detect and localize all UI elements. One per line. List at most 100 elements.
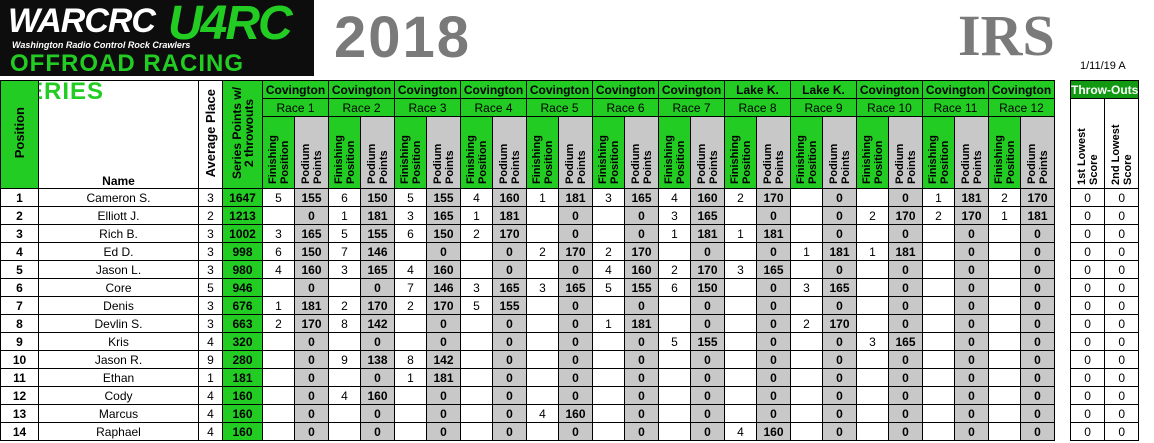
banner: WARCRC U4RC Washington Radio Control Roc… <box>0 0 1154 105</box>
row-podium-points: 0 <box>822 260 857 279</box>
row-finishing-position <box>658 368 691 387</box>
row-finishing-position <box>922 350 955 369</box>
row-finishing-position <box>988 260 1021 279</box>
row-podium-points: 146 <box>426 278 461 297</box>
row-podium-points: 0 <box>360 332 395 351</box>
row-podium-points: 0 <box>1020 242 1055 261</box>
race-location: Covington <box>394 80 461 99</box>
row-lowest2: 0 <box>1104 422 1140 441</box>
class-title: IRS <box>958 3 1055 68</box>
row-finishing-position <box>592 206 625 225</box>
row-finishing-position: 4 <box>724 422 757 441</box>
row-podium-points: 165 <box>492 278 527 297</box>
row-finishing-position: 2 <box>328 296 361 315</box>
row-podium-points: 165 <box>294 224 329 243</box>
row-finishing-position <box>856 314 889 333</box>
row-podium-points: 170 <box>822 314 857 333</box>
race-location: Covington <box>592 80 659 99</box>
row-finishing-position <box>526 260 559 279</box>
row-finishing-position: 1 <box>988 206 1021 225</box>
finishing-position-label: Finishing Position <box>596 135 621 185</box>
row-finishing-position <box>988 296 1021 315</box>
spacer <box>1054 296 1071 315</box>
row-podium-points: 0 <box>888 314 923 333</box>
row-podium-points: 0 <box>756 368 791 387</box>
logo-tagline: Washington Radio Control Rock Crawlers <box>12 40 191 50</box>
table-row: 14 Raphael 4 160 0 0 0 0 0 0 0 4 160 0 0 0 0 0 0 <box>0 422 1140 441</box>
row-finishing-position: 4 <box>592 260 625 279</box>
row-podium-points: 0 <box>756 278 791 297</box>
row-finishing-position: 4 <box>328 386 361 405</box>
row-finishing-position <box>790 386 823 405</box>
row-finishing-position <box>988 350 1021 369</box>
row-finishing-position <box>922 314 955 333</box>
row-podium-points: 0 <box>1020 314 1055 333</box>
row-series-points: 320 <box>222 332 263 351</box>
finishing-position-header: Finishing Position <box>592 116 625 189</box>
table-row: 5 Jason L. 3 980 4 160 3 165 4 160 0 0 4 160 2 170 3 165 0… <box>0 260 1140 279</box>
row-finishing-position <box>790 188 823 207</box>
row-lowest2: 0 <box>1104 404 1140 423</box>
row-finishing-position <box>526 296 559 315</box>
row-lowest1: 0 <box>1069 278 1106 297</box>
row-finishing-position: 5 <box>460 296 493 315</box>
row-finishing-position <box>394 404 427 423</box>
row-podium-points: 181 <box>294 296 329 315</box>
spacer <box>1054 242 1071 261</box>
podium-points-header: Podium Points <box>360 116 395 189</box>
row-finishing-position: 5 <box>328 224 361 243</box>
table-row: 11 Ethan 1 181 0 0 1 181 0 0 0 0 0 0 0 0 0 0 0 <box>0 368 1140 387</box>
row-finishing-position: 1 <box>262 296 295 315</box>
finishing-position-header: Finishing Position <box>658 116 691 189</box>
row-avg-place: 9 <box>198 350 223 369</box>
row-finishing-position: 1 <box>460 206 493 225</box>
avg-place-header: Average Place <box>198 80 223 189</box>
row-position: 8 <box>0 314 39 333</box>
finishing-position-label: Finishing Position <box>992 135 1017 185</box>
row-finishing-position <box>790 404 823 423</box>
row-finishing-position <box>724 314 757 333</box>
row-series-points: 160 <box>222 404 263 423</box>
podium-points-header: Podium Points <box>954 116 989 189</box>
row-podium-points: 181 <box>492 206 527 225</box>
row-podium-points: 0 <box>426 314 461 333</box>
row-finishing-position <box>790 206 823 225</box>
row-finishing-position: 7 <box>394 278 427 297</box>
race-label: Race 4 <box>460 97 527 118</box>
row-podium-points: 0 <box>294 386 329 405</box>
row-name: Kris <box>38 332 199 351</box>
row-finishing-position <box>790 224 823 243</box>
row-series-points: 160 <box>222 386 263 405</box>
row-avg-place: 3 <box>198 296 223 315</box>
row-podium-points: 0 <box>492 314 527 333</box>
row-finishing-position: 8 <box>394 350 427 369</box>
row-podium-points: 0 <box>558 260 593 279</box>
row-name: Ed D. <box>38 242 199 261</box>
row-podium-points: 0 <box>822 332 857 351</box>
row-name: Jason L. <box>38 260 199 279</box>
row-podium-points: 150 <box>360 188 395 207</box>
row-podium-points: 0 <box>558 206 593 225</box>
row-series-points: 160 <box>222 422 263 441</box>
row-finishing-position <box>460 350 493 369</box>
row-finishing-position <box>394 422 427 441</box>
row-finishing-position: 6 <box>262 242 295 261</box>
row-position: 10 <box>0 350 39 369</box>
row-podium-points: 0 <box>360 422 395 441</box>
table-row: 9 Kris 4 320 0 0 0 0 0 0 5 155 0 0 3 165 0 0 0 0 <box>0 332 1140 351</box>
race-label: Race 10 <box>856 97 923 118</box>
podium-points-header: Podium Points <box>558 116 593 189</box>
row-podium-points: 170 <box>1020 188 1055 207</box>
table-row: 2 Elliott J. 2 1213 0 1 181 3 165 1 181 0 0 3 165 0 0 2 17… <box>0 206 1140 225</box>
podium-points-header: Podium Points <box>624 116 659 189</box>
table-row: 7 Denis 3 676 1 181 2 170 2 170 5 155 0 0 0 0 0 0 0 0 0 0 <box>0 296 1140 315</box>
spacer <box>1054 278 1071 297</box>
row-podium-points: 181 <box>558 188 593 207</box>
row-podium-points: 0 <box>888 386 923 405</box>
table-row: 12 Cody 4 160 0 4 160 0 0 0 0 0 0 0 0 0 0 0 0 <box>0 386 1140 405</box>
spacer <box>1054 404 1071 423</box>
row-podium-points: 0 <box>426 386 461 405</box>
row-podium-points: 181 <box>888 242 923 261</box>
row-podium-points: 0 <box>888 260 923 279</box>
row-finishing-position: 3 <box>856 332 889 351</box>
